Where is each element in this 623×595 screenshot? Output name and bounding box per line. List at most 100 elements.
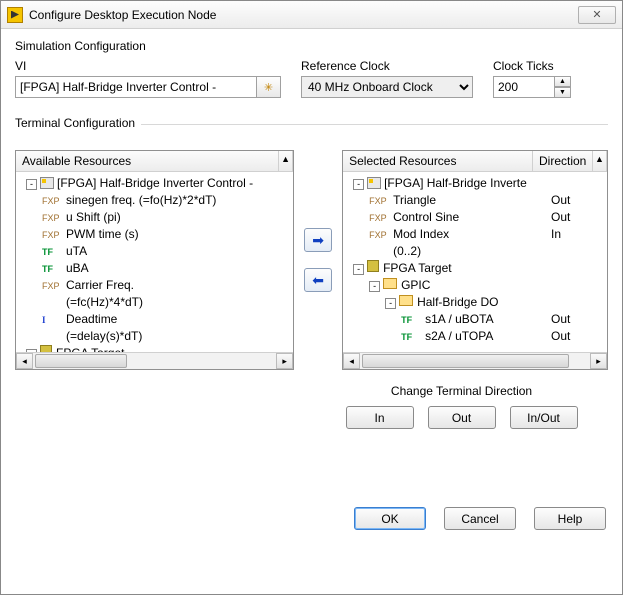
tree-item-label: Half-Bridge DO [417,295,498,309]
tree-row[interactable]: (0..2) [343,242,607,259]
clockticks-down[interactable]: ▼ [555,87,571,98]
tree-row[interactable]: FXPPWM time (s) [16,225,293,242]
scroll-left-icon[interactable]: ◂ [343,353,360,369]
datatype-badge: TF [401,332,421,342]
clockticks-label: Clock Ticks [493,59,571,73]
cancel-button[interactable]: Cancel [444,507,516,530]
tree-row[interactable]: IDeadtime [16,310,293,327]
tree-row[interactable]: TF uBA [16,259,293,276]
tree-row[interactable]: TFs1A / uBOTAOut [343,310,607,327]
tree-item-label: sinegen freq. (=fo(Hz)*2*dT) [66,193,216,207]
available-header-sort-icon[interactable]: ▲ [279,151,293,171]
datatype-badge: TF [42,264,62,274]
direction-out-button[interactable]: Out [428,406,496,429]
datatype-badge: FXP [42,281,62,291]
tree-item-label: [FPGA] Half-Bridge Inverte [384,176,527,190]
tree-row[interactable]: FXP Triangle Out [343,191,607,208]
tree-toggle[interactable]: - [353,179,364,190]
tree-row[interactable]: FXP Control Sine Out [343,208,607,225]
tree-item-label: uTA [66,244,87,258]
direction-value: Out [547,193,607,207]
vi-icon [40,177,54,189]
tree-item-label: FPGA Target [383,261,451,275]
tree-item-label: uBA [66,261,89,275]
tree-row[interactable]: FXPsinegen freq. (=fo(Hz)*2*dT) [16,191,293,208]
selected-resources-panel: Selected Resources Direction ▲ - [FPGA] H… [342,150,608,370]
selected-tree[interactable]: - [FPGA] Half-Bridge Inverte FXP Triangle Ou… [343,172,607,352]
tree-row[interactable]: TF uTA [16,242,293,259]
tree-row[interactable]: FXPCarrier Freq. [16,276,293,293]
tree-item-label: (=fc(Hz)*4*dT) [66,295,143,309]
tree-item-label: s2A / uTOPA [425,329,493,343]
datatype-badge: I [42,315,62,325]
vi-icon [367,177,381,189]
change-direction-label: Change Terminal Direction [391,384,532,398]
window-title: Configure Desktop Execution Node [29,8,578,22]
arrow-left-icon: ⬅ [312,272,324,289]
tree-row[interactable]: FXP u Shift (pi) [16,208,293,225]
tree-row[interactable]: - Half-Bridge DO [343,293,607,310]
datatype-badge: TF [42,247,62,257]
app-icon [7,7,23,23]
datatype-badge: FXP [42,213,62,223]
available-tree[interactable]: -[FPGA] Half-Bridge Inverter Control -FX… [16,172,293,352]
tree-toggle[interactable]: - [369,281,380,292]
titlebar: Configure Desktop Execution Node ✕ [1,1,622,29]
datatype-badge: TF [401,315,421,325]
tree-item-label: GPIC [401,278,430,292]
browse-icon: ✳ [264,81,273,94]
tree-row[interactable]: - [FPGA] Half-Bridge Inverter Control - [16,174,293,191]
chip-icon [40,345,52,352]
clockticks-up[interactable]: ▲ [555,76,571,87]
simulation-heading: Simulation Configuration [15,39,608,53]
refclock-select[interactable]: 40 MHz Onboard Clock [301,76,473,98]
tree-item-label: u Shift (pi) [66,210,121,224]
scroll-left-icon[interactable]: ◂ [16,353,33,369]
tree-row[interactable]: (=fc(Hz)*4*dT) [16,293,293,310]
arrow-right-icon: ➡ [312,232,324,249]
direction-value: In [547,227,607,241]
refclock-label: Reference Clock [301,59,473,73]
selected-header[interactable]: Selected Resources [343,151,533,171]
available-header[interactable]: Available Resources [16,151,279,171]
selected-header-sort-icon[interactable]: ▲ [593,151,607,171]
tree-row[interactable]: -FPGA Target [16,344,293,352]
direction-in-button[interactable]: In [346,406,414,429]
scroll-right-icon[interactable]: ▸ [276,353,293,369]
tree-toggle[interactable]: - [385,298,396,309]
selected-hscroll[interactable]: ◂ ▸ [343,352,607,369]
tree-item-label: [FPGA] Half-Bridge Inverter Control - [57,176,253,190]
tree-row[interactable]: (=delay(s)*dT) [16,327,293,344]
ok-button[interactable]: OK [354,507,426,530]
direction-value: Out [547,312,607,326]
direction-value: Out [547,210,607,224]
direction-inout-button[interactable]: In/Out [510,406,578,429]
tree-row[interactable]: - FPGA Target [343,259,607,276]
tree-row[interactable]: - GPIC [343,276,607,293]
vi-input[interactable] [15,76,257,98]
chip-icon [367,260,379,272]
scroll-right-icon[interactable]: ▸ [590,353,607,369]
close-button[interactable]: ✕ [578,6,616,24]
clockticks-input[interactable] [493,76,555,98]
datatype-badge: FXP [369,230,389,240]
direction-header[interactable]: Direction [533,151,593,171]
help-button[interactable]: Help [534,507,606,530]
available-resources-panel: Available Resources ▲ - [FPGA] Half-Bridg… [15,150,294,370]
vi-label: VI [15,59,281,73]
tree-row[interactable]: FXP Mod Index In [343,225,607,242]
available-hscroll[interactable]: ◂ ▸ [16,352,293,369]
tree-row[interactable]: TFs2A / uTOPAOut [343,327,607,344]
vi-browse-button[interactable]: ✳ [257,76,281,98]
move-right-button[interactable]: ➡ [304,228,332,252]
tree-item-label: Mod Index [393,227,449,241]
tree-item-label: Triangle [393,193,436,207]
move-left-button[interactable]: ⬅ [304,268,332,292]
tree-toggle[interactable]: - [353,264,364,275]
terminal-heading: Terminal Configuration [15,116,141,130]
tree-item-label: Control Sine [393,210,459,224]
tree-row[interactable]: - [FPGA] Half-Bridge Inverte [343,174,607,191]
tree-toggle[interactable]: - [26,179,37,190]
datatype-badge: FXP [369,213,389,223]
datatype-badge: FXP [369,196,389,206]
